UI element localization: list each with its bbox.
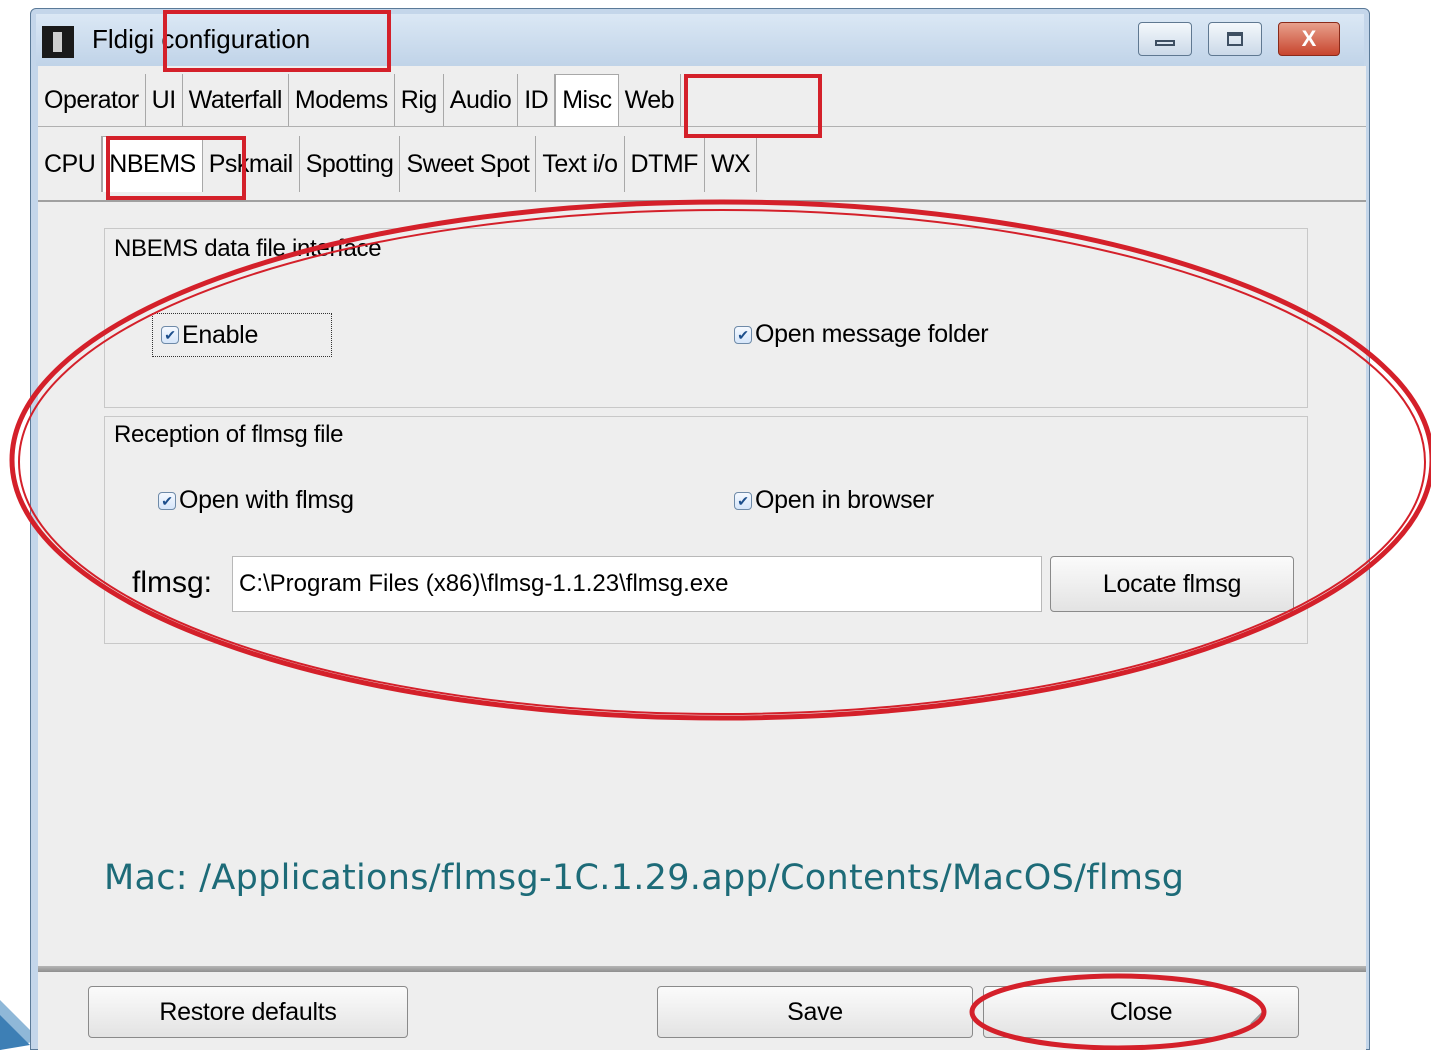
tab-misc[interactable]: Misc xyxy=(555,74,619,126)
tab-text-io[interactable]: Text i/o xyxy=(536,136,625,192)
annotation-nbems-box xyxy=(106,136,246,200)
tab-spotting[interactable]: Spotting xyxy=(299,136,401,192)
tab-waterfall[interactable]: Waterfall xyxy=(182,74,289,126)
checkbox-checked-icon: ✔ xyxy=(158,491,176,510)
minimize-icon xyxy=(1155,40,1175,46)
tab-wx[interactable]: WX xyxy=(704,136,758,192)
main-tab-bar: Operator UI Waterfall Modems Rig Audio I… xyxy=(38,74,682,126)
flmsg-path-label: flmsg: xyxy=(132,566,213,599)
checkbox-checked-icon: ✔ xyxy=(734,325,752,344)
open-in-browser-checkbox[interactable]: ✔ Open in browser xyxy=(734,486,934,515)
tab-modems[interactable]: Modems xyxy=(288,74,395,126)
tab-operator[interactable]: Operator xyxy=(38,74,146,126)
tab-sweet-spot[interactable]: Sweet Spot xyxy=(400,136,537,192)
open-folder-label: Open message folder xyxy=(755,320,989,348)
sub-tab-divider xyxy=(38,200,1366,202)
tab-ui[interactable]: UI xyxy=(145,74,183,126)
maximize-button[interactable] xyxy=(1208,22,1262,56)
enable-label: Enable xyxy=(182,320,259,349)
locate-flmsg-button[interactable]: Locate flmsg xyxy=(1050,556,1294,612)
tab-dtmf[interactable]: DTMF xyxy=(624,136,705,192)
restore-defaults-button[interactable]: Restore defaults xyxy=(88,986,408,1038)
tab-audio[interactable]: Audio xyxy=(443,74,519,126)
annotation-misc-box xyxy=(684,74,822,138)
bottom-separator xyxy=(38,966,1366,972)
maximize-icon xyxy=(1227,32,1243,46)
tab-id[interactable]: ID xyxy=(518,74,556,126)
close-icon: X xyxy=(1301,26,1317,51)
nbems-group-label: NBEMS data file interface xyxy=(114,235,382,262)
tab-rig[interactable]: Rig xyxy=(394,74,444,126)
flmsg-path-input[interactable] xyxy=(232,556,1042,612)
annotation-title-box xyxy=(163,10,391,72)
fldigi-app-icon xyxy=(42,26,74,58)
enable-checkbox[interactable]: ✔ Enable xyxy=(152,313,332,357)
checkbox-checked-icon: ✔ xyxy=(734,491,752,510)
tab-cpu[interactable]: CPU xyxy=(38,136,103,192)
open-with-flmsg-checkbox[interactable]: ✔ Open with flmsg xyxy=(158,486,354,515)
checkbox-checked-icon: ✔ xyxy=(161,326,179,344)
minimize-button[interactable] xyxy=(1138,22,1192,56)
mac-path-note: Mac: /Applications/flmsg-1C.1.29.app/Con… xyxy=(104,858,1185,898)
open-message-folder-checkbox[interactable]: ✔ Open message folder xyxy=(734,320,989,349)
tab-web[interactable]: Web xyxy=(618,74,682,126)
open-in-browser-label: Open in browser xyxy=(755,486,934,514)
window-close-button[interactable]: X xyxy=(1278,22,1340,56)
open-with-flmsg-label: Open with flmsg xyxy=(179,486,354,514)
save-button[interactable]: Save xyxy=(657,986,973,1038)
reception-group-label: Reception of flmsg file xyxy=(114,421,344,448)
